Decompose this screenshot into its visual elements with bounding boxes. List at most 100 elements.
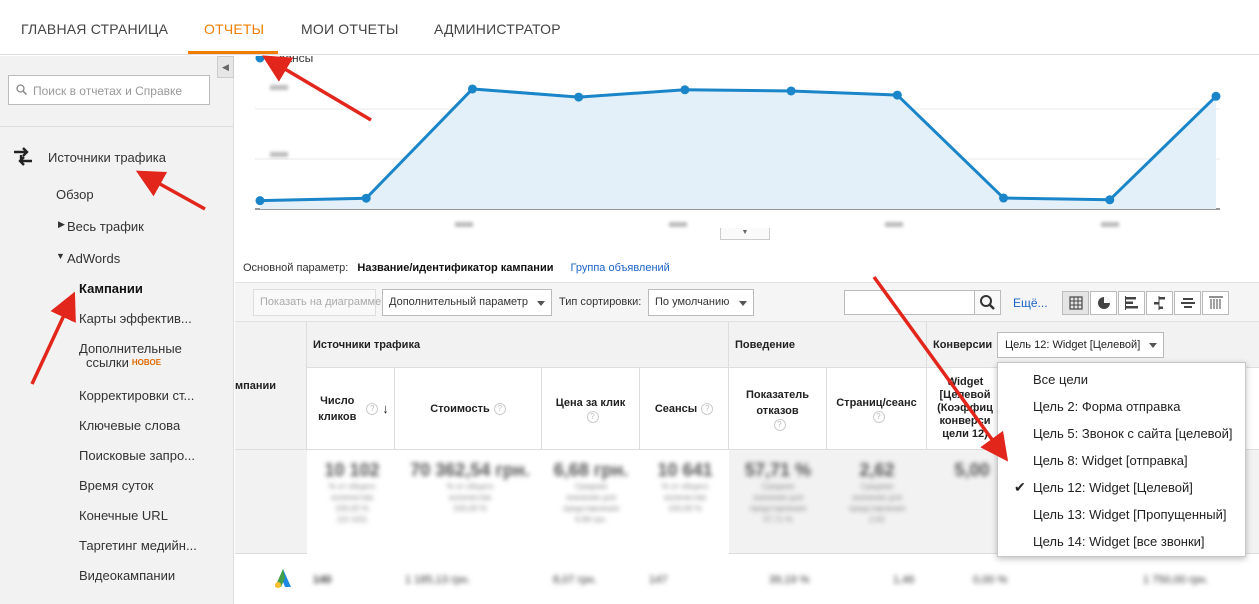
help-icon[interactable]: ? [701, 402, 714, 415]
chart-point[interactable] [999, 193, 1009, 203]
goal-option-14[interactable]: Цель 14: Widget [все звонки] [1033, 534, 1205, 549]
chart-point[interactable] [467, 84, 477, 94]
view-term-cloud-button[interactable] [1174, 291, 1201, 315]
more-options-link[interactable]: Ещё... [1013, 296, 1048, 310]
col-cost[interactable]: Стоимость? [395, 368, 542, 450]
chevron-down-icon [739, 301, 747, 306]
bar-chart-icon [1125, 296, 1138, 310]
row-clicks: 140 [313, 574, 332, 586]
summary-note: Среднее значение для представления 57,71 % [749, 482, 807, 524]
summary-note: Среднее значение для представления 6,68 грн… [562, 482, 620, 524]
goal-option-all[interactable]: Все цели [1033, 372, 1088, 387]
table-search-input[interactable] [844, 290, 975, 315]
comparison-icon [1154, 296, 1165, 310]
sidebar-item-bid-adjustments[interactable]: Корректировки ст... [79, 388, 194, 403]
chart-resize-handle[interactable]: ▼ [720, 228, 770, 240]
chart-area-fill [260, 88, 1216, 209]
chart-point[interactable] [786, 86, 796, 96]
tab-home[interactable]: ГЛАВНАЯ СТРАНИЦА [21, 21, 168, 37]
blurred-tick-label [270, 152, 288, 157]
tab-admin[interactable]: АДМИНИСТРАТОР [434, 21, 561, 37]
help-icon[interactable]: ? [773, 418, 786, 431]
sort-type-select[interactable]: По умолчанию [648, 289, 754, 316]
view-pivot-button[interactable] [1202, 291, 1229, 315]
sidebar-item-sitelinks-line2[interactable]: ссылки НОВОЕ [86, 355, 161, 370]
secondary-dimension-select[interactable]: Дополнительный параметр [382, 289, 552, 316]
goal-option-13[interactable]: Цель 13: Widget [Пропущенный] [1033, 507, 1226, 522]
sidebar-search[interactable] [8, 75, 210, 105]
term-cloud-icon [1181, 298, 1195, 308]
view-table-button[interactable] [1062, 291, 1089, 315]
help-icon[interactable]: ? [366, 402, 379, 415]
summary-clicks: 10 102% от общего количества 100,00 % (10 1… [313, 460, 391, 525]
col-bounce-rate[interactable]: Показатель отказов? [729, 368, 827, 450]
primary-dimension-label: Основной параметр: [243, 262, 349, 274]
sidebar-item-final-urls[interactable]: Конечные URL [79, 508, 168, 523]
cost-header-label: Стоимость [430, 402, 490, 415]
summary-note: % от общего количества 100,00 % [661, 482, 709, 513]
sort-type-value: По умолчанию [655, 296, 730, 308]
chart-point[interactable] [1211, 91, 1221, 101]
summary-cpc-value: 6,68 грн. [553, 460, 629, 480]
group-behavior: Поведение [729, 322, 927, 368]
view-pie-button[interactable] [1090, 291, 1117, 315]
sidebar-item-display-targeting[interactable]: Таргетинг медийн... [79, 538, 197, 553]
sidebar-section-traffic-sources[interactable]: Источники трафика [48, 150, 166, 165]
sidebar-item-video-campaigns[interactable]: Видеокампании [79, 568, 175, 583]
table-row[interactable] [235, 554, 1259, 604]
clicks-header-label: Число кликов [318, 394, 357, 423]
goal-col-header-text: Widget [Целевой (Коэффиц конверси цели 1… [935, 376, 995, 441]
table-search-button[interactable] [974, 290, 1001, 315]
checkmark-icon: ✔ [1014, 479, 1026, 495]
show-on-chart-button[interactable]: Показать на диаграмме [253, 289, 381, 316]
view-comparison-button[interactable] [1146, 291, 1173, 315]
blurred-tick-label [270, 85, 288, 90]
goal-option-2[interactable]: Цель 2: Форма отправка [1033, 399, 1180, 414]
chart-point[interactable] [680, 85, 690, 95]
search-input[interactable] [33, 82, 203, 99]
bounce-header-label: Показатель отказов [745, 388, 810, 417]
sidebar-item-campaigns[interactable]: Кампании [79, 281, 143, 296]
sidebar-item-overview[interactable]: Обзор [56, 187, 94, 202]
chart-point[interactable] [892, 90, 902, 100]
chart-point[interactable] [574, 92, 584, 102]
chart-point[interactable] [361, 193, 371, 203]
summary-cost: 70 362,54 грн.% от общего количества 100,0… [400, 460, 540, 514]
legend-label: Сеансы [270, 56, 313, 65]
sidebar-item-keywords[interactable]: Ключевые слова [79, 418, 180, 433]
sidebar-item-sitelinks[interactable]: Дополнительные [79, 341, 182, 356]
col-pages-per-session[interactable]: Страниц/сеанс? [827, 368, 927, 450]
collapse-sidebar-button[interactable]: ◀ [217, 56, 234, 78]
chart-point[interactable] [1105, 195, 1115, 205]
legend-marker [255, 53, 265, 63]
help-icon[interactable]: ? [493, 402, 506, 415]
tab-my-reports[interactable]: МОИ ОТЧЕТЫ [301, 21, 399, 37]
help-icon[interactable]: ? [586, 410, 599, 423]
goal-select[interactable]: Цель 12: Widget [Целевой] [997, 332, 1164, 358]
sidebar-item-hour-of-day[interactable]: Время суток [79, 478, 153, 493]
adwords-icon [275, 569, 291, 588]
row-cost: 1 185,13 грн. [405, 574, 471, 586]
sidebar-item-heatmaps[interactable]: Карты эффектив... [79, 311, 192, 326]
sidebar-item-search-queries[interactable]: Поисковые запро... [79, 448, 195, 463]
col-cpc[interactable]: Цена за клик? [542, 368, 640, 450]
chart-point[interactable] [255, 196, 265, 206]
goal-option-12[interactable]: Цель 12: Widget [Целевой] [1033, 480, 1193, 495]
campaign-col-label: мпании [235, 380, 277, 392]
pivot-icon [1209, 296, 1223, 309]
tab-reports[interactable]: ОТЧЕТЫ [204, 21, 264, 37]
goal-option-5[interactable]: Цель 5: Звонок с сайта [целевой] [1033, 426, 1233, 441]
col-clicks[interactable]: Число кликов? ↓ [307, 368, 395, 450]
goal-col-line: Widget [946, 376, 984, 388]
view-performance-button[interactable] [1118, 291, 1145, 315]
sidebar-item-all-traffic[interactable]: Весь трафик [67, 219, 144, 234]
row-sessions: 147 [649, 574, 668, 586]
sidebar-item-adwords[interactable]: AdWords [67, 251, 120, 266]
help-icon[interactable]: ? [872, 410, 885, 423]
goal-option-8[interactable]: Цель 8: Widget [отправка] [1033, 453, 1188, 468]
col-sessions[interactable]: Сеансы? [640, 368, 729, 450]
campaign-col-header[interactable]: мпании [235, 322, 307, 450]
primary-dimension-ad-group-link[interactable]: Группа объявлений [571, 262, 670, 274]
search-icon [16, 84, 27, 95]
sitelinks-label: ссылки [86, 355, 129, 370]
